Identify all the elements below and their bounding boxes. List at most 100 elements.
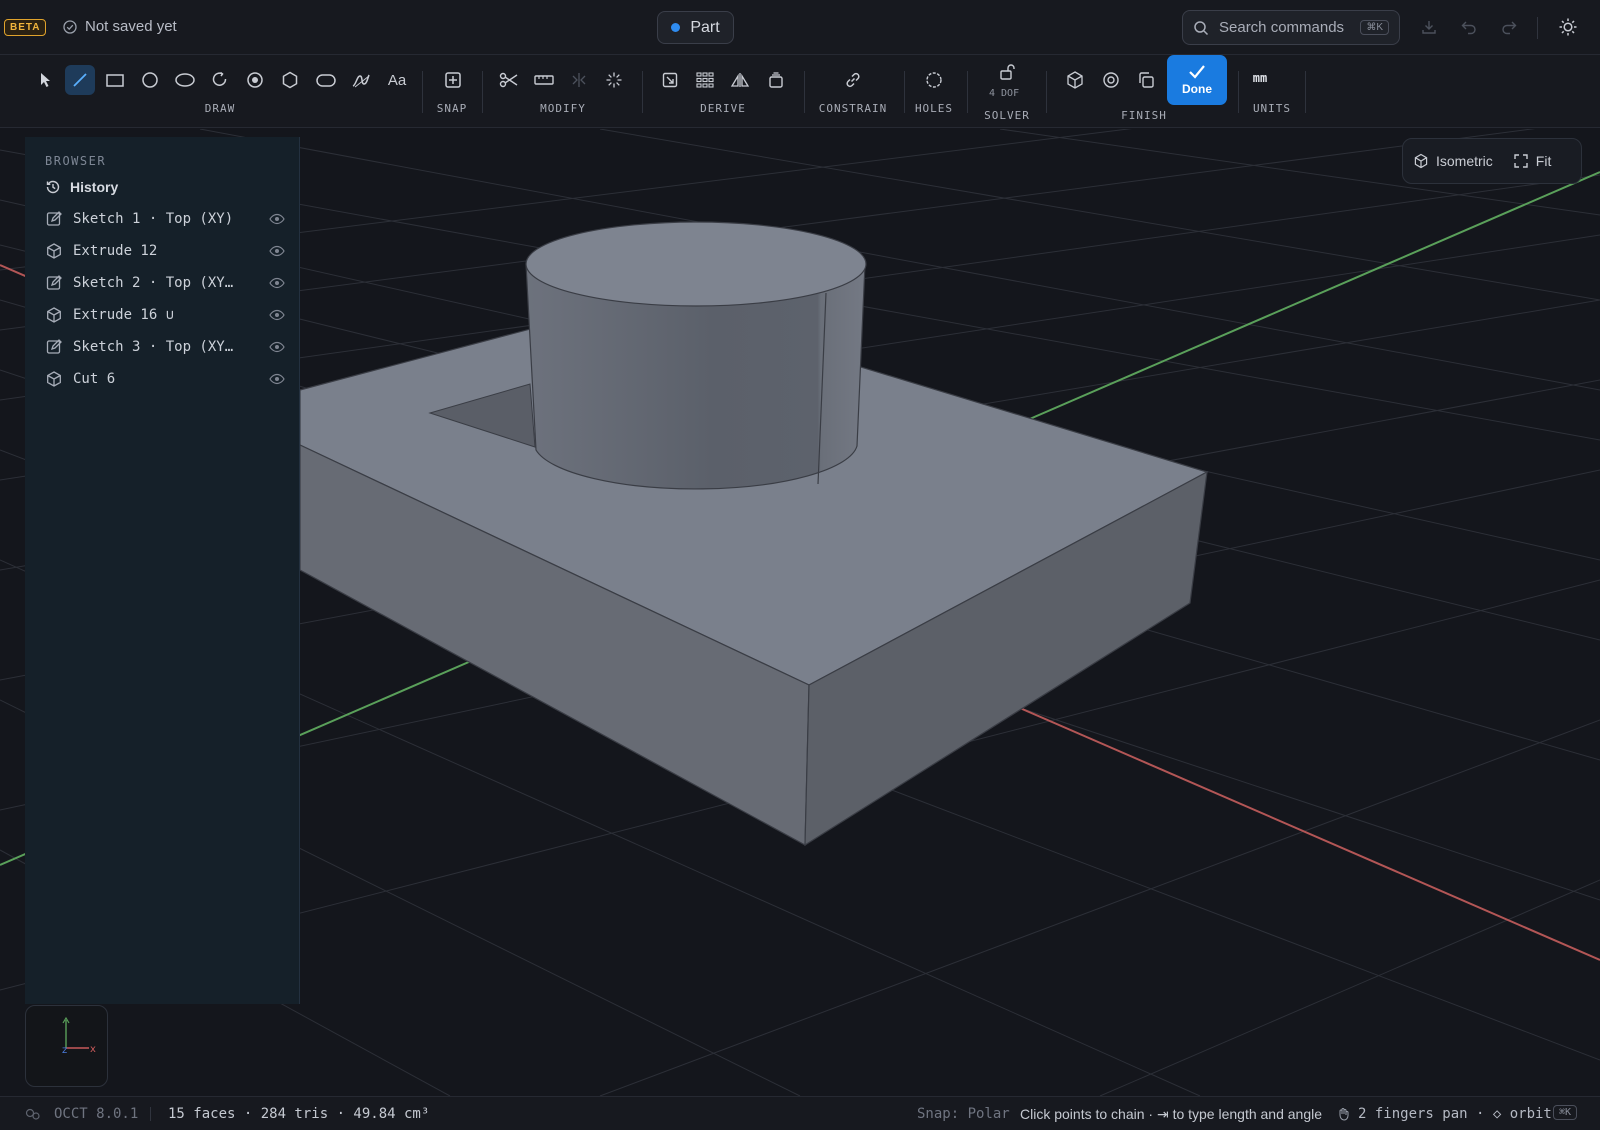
done-button[interactable]: Done [1167,55,1227,105]
select-tool-button[interactable] [30,65,60,95]
eye-icon[interactable] [269,245,285,257]
sketch-icon [46,339,62,354]
search-placeholder: Search commands [1219,19,1345,36]
symmetry-icon [730,73,750,87]
solver-group-label: SOLVER [984,109,1030,122]
divider [967,71,968,113]
svg-text:x: x [90,1044,96,1055]
history-item-label: Sketch 1 · Top (XY) [73,211,234,227]
command-search[interactable]: Search commands ⌘K [1182,10,1400,45]
history-icon [46,180,60,194]
undo-icon [1461,21,1476,35]
sun-icon [1559,18,1577,36]
ellipse-tool-button[interactable] [170,65,200,95]
circle-tool-button[interactable] [135,65,165,95]
sketch-toolbar: Aa DRAW SNAP MODIFY DERIVE CONSTRAIN HOL… [0,55,1600,128]
top-bar: BETA Not saved yet Part Search commands … [0,0,1600,55]
history-header[interactable]: History [45,179,118,195]
spline-tool-button[interactable] [346,65,376,95]
cube-icon [47,371,61,387]
history-item-label: Sketch 3 · Top (XY… [73,339,234,355]
eye-icon[interactable] [269,213,285,225]
history-item-sketch-2[interactable]: Sketch 2 · Top (XY… [45,269,285,297]
revolve-button[interactable] [1096,65,1126,95]
axis-triad-icon: x z [62,1016,96,1056]
history-item-cut-6[interactable]: Cut 6 [45,365,285,393]
project-icon [662,72,678,88]
history-label: History [70,179,119,195]
theme-toggle-button[interactable] [1557,16,1579,38]
snap-grid-icon [445,72,461,88]
finish-group-label: FINISH [1121,109,1167,122]
pattern-tool-button[interactable] [690,65,720,95]
snap-group-label: SNAP [436,102,468,115]
hole-icon [926,72,942,88]
spline-icon [352,74,370,88]
snap-button[interactable] [438,65,468,95]
circle-icon [142,72,158,88]
fit-expand-icon [1514,154,1528,168]
history-item-extrude-12[interactable]: Extrude 12 [45,237,285,265]
model-stats: 15 faces · 284 tris · 49.84 cm³ [168,1106,430,1122]
holes-button[interactable] [919,65,949,95]
explode-tool-button[interactable] [599,65,629,95]
modify-group-label: MODIFY [540,102,586,115]
offset-tool-button[interactable] [529,65,559,95]
extrude-button[interactable] [1060,65,1090,95]
check-circle-icon [63,19,77,34]
rectangle-tool-button[interactable] [100,65,130,95]
history-item-extrude-16[interactable]: Extrude 16 ∪ [45,301,285,329]
units-button[interactable]: mm [1253,71,1267,85]
unlock-icon [1000,64,1015,80]
eye-icon[interactable] [269,373,285,385]
constrain-button[interactable] [838,65,868,95]
document-type-label: Part [690,18,720,36]
fit-view-button[interactable]: Fit [1513,153,1551,169]
copy-button[interactable] [1131,65,1161,95]
holes-group-label: HOLES [914,102,954,115]
sparkle-icon [606,72,622,88]
eye-icon[interactable] [269,341,285,353]
export-button[interactable] [1418,16,1440,38]
project-tool-button[interactable] [655,65,685,95]
tool-hint: Click points to chain · ⇥ to type length… [1020,1106,1323,1122]
command-shortcut: ⌘K [1553,1105,1578,1120]
undo-button[interactable] [1458,16,1480,38]
arc-tool-button[interactable] [205,65,235,95]
axis-gizmo[interactable]: x z [25,1005,108,1087]
cube-icon [47,243,61,259]
history-item-label: Sketch 2 · Top (XY… [73,275,234,291]
history-item-sketch-1[interactable]: Sketch 1 · Top (XY) [45,205,285,233]
line-tool-button[interactable] [65,65,95,95]
slot-tool-button[interactable] [311,65,341,95]
cylinder-boss [525,221,867,490]
redo-button[interactable] [1498,16,1520,38]
eye-icon[interactable] [269,277,285,289]
units-group-label: UNITS [1252,102,1292,115]
divider [150,1107,151,1121]
symmetry-tool-button[interactable] [725,65,755,95]
browser-title: BROWSER [45,154,107,168]
sketch-icon [46,275,62,290]
done-label: Done [1182,82,1212,96]
trim-tool-button[interactable] [494,65,524,95]
mirror-icon [572,73,586,87]
beta-badge: BETA [4,19,47,36]
constrain-group-label: CONSTRAIN [818,102,888,115]
stack-tool-button[interactable] [761,65,791,95]
snap-mode: Snap: Polar [917,1106,1010,1122]
text-tool-button[interactable]: Aa [382,65,412,95]
solver-status-button[interactable] [992,57,1022,87]
polygon-tool-button[interactable] [275,65,305,95]
isometric-view-button[interactable]: Isometric [1413,153,1493,169]
divider [642,71,643,113]
point-tool-button[interactable] [240,65,270,95]
status-dot-icon [671,23,681,32]
draw-group-label: DRAW [204,102,236,115]
cylinder-top-face [525,221,867,307]
document-type-button[interactable]: Part [657,11,734,44]
history-item-sketch-3[interactable]: Sketch 3 · Top (XY… [45,333,285,361]
eye-icon[interactable] [269,309,285,321]
mirror-tool-button[interactable] [564,65,594,95]
sketch-icon [46,211,62,226]
